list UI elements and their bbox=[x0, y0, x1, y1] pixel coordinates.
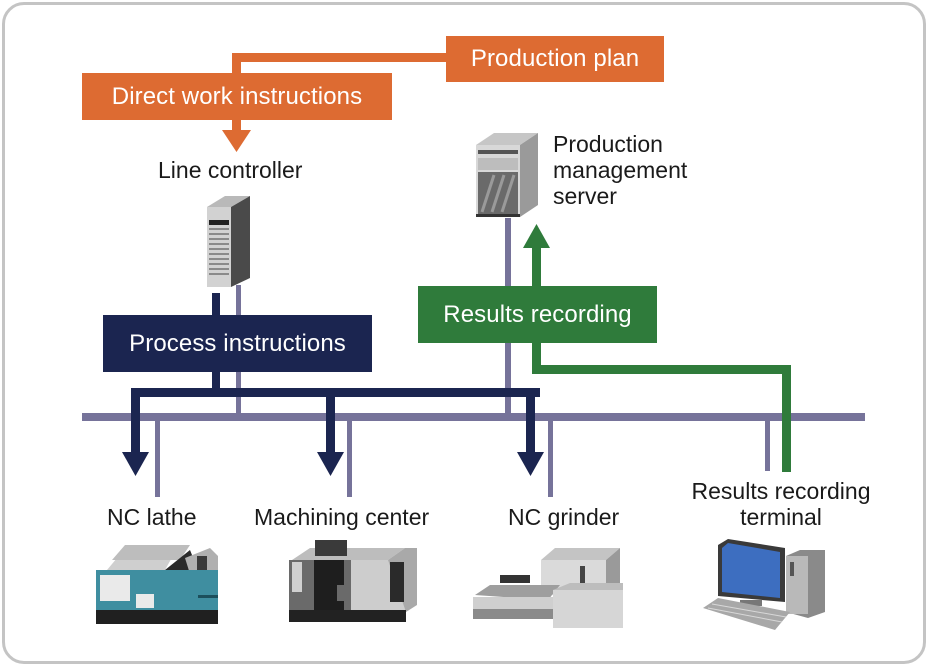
direct-work-instructions-label: Direct work instructions bbox=[82, 73, 392, 120]
line-controller-label: Line controller bbox=[158, 157, 303, 183]
results-flow-horizontal bbox=[532, 365, 791, 374]
results-terminal-label-line2: terminal bbox=[740, 504, 822, 530]
process-instructions-label: Process instructions bbox=[103, 315, 372, 372]
process-instructions-text: Process instructions bbox=[129, 329, 346, 357]
process-flow-horizontal bbox=[131, 388, 540, 397]
results-recording-label: Results recording bbox=[418, 286, 657, 343]
arrow-to-machining-center bbox=[317, 452, 344, 476]
production-server-label-line1: Production bbox=[553, 131, 663, 157]
process-flow-drop-grinder bbox=[526, 388, 535, 454]
nc-grinder-label: NC grinder bbox=[508, 504, 620, 530]
arrow-to-nc-grinder bbox=[517, 452, 544, 476]
plan-flow-horizontal bbox=[232, 53, 452, 62]
results-terminal-icon bbox=[703, 539, 825, 630]
machining-center-label: Machining center bbox=[254, 504, 430, 530]
results-flow-terminal-riser bbox=[782, 365, 791, 472]
nc-grinder-drop bbox=[548, 419, 553, 497]
nc-lathe-icon bbox=[96, 545, 218, 624]
production-server-label: Production management server bbox=[553, 131, 687, 209]
results-flow bbox=[523, 224, 791, 472]
results-recording-text: Results recording bbox=[443, 300, 632, 328]
process-flow-drop-mc bbox=[326, 388, 335, 454]
plan-flow-arrowhead bbox=[222, 130, 251, 152]
terminal-drop bbox=[765, 419, 770, 471]
line-controller-icon bbox=[207, 196, 250, 287]
arrow-to-nc-lathe bbox=[122, 452, 149, 476]
machining-center-drop bbox=[347, 419, 352, 497]
nc-lathe-drop bbox=[155, 419, 160, 497]
process-flow-drop-lathe bbox=[131, 388, 140, 454]
production-server-label-line3: server bbox=[553, 183, 617, 209]
production-plan-text: Production plan bbox=[470, 45, 640, 72]
results-terminal-label: Results recording terminal bbox=[672, 478, 890, 530]
network-bus bbox=[82, 413, 865, 421]
nc-lathe-label: NC lathe bbox=[107, 504, 197, 530]
machining-center-icon bbox=[289, 540, 417, 622]
production-plan-label: Production plan bbox=[446, 36, 664, 82]
production-server-label-line2: management bbox=[553, 157, 688, 183]
production-server-icon bbox=[476, 133, 538, 217]
arrow-to-server bbox=[523, 224, 550, 248]
direct-work-instructions-text: Direct work instructions bbox=[111, 82, 363, 110]
nc-grinder-icon bbox=[473, 548, 623, 628]
results-terminal-label-line1: Results recording bbox=[691, 478, 871, 504]
